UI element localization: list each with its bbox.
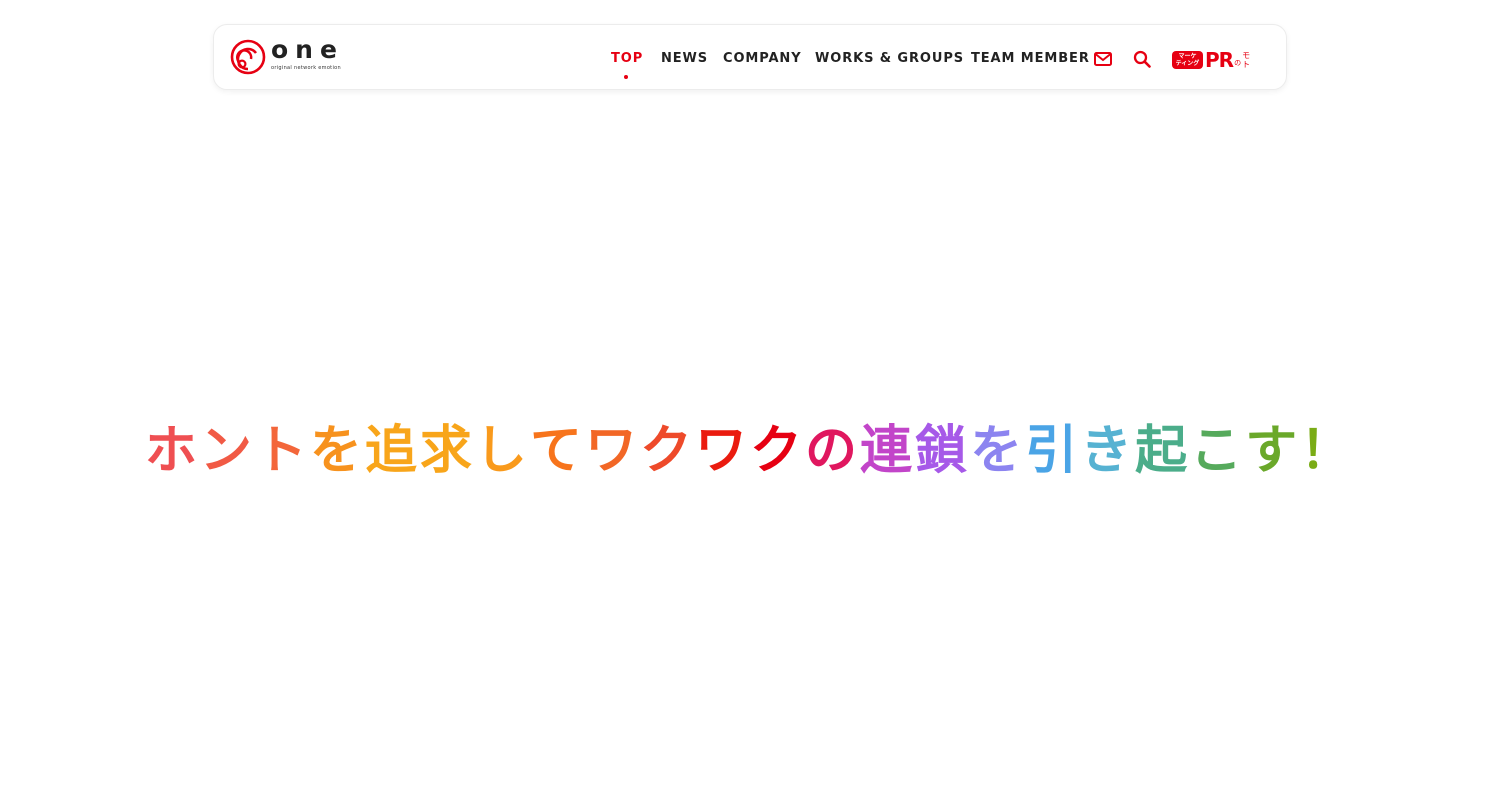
page: one original network emotion TOP NEWS CO… bbox=[0, 0, 1500, 800]
pr-logo-no: の bbox=[1234, 59, 1242, 67]
hero-char: ク bbox=[639, 420, 695, 481]
hero-char: の bbox=[805, 420, 861, 481]
hero-char: を bbox=[970, 420, 1026, 481]
nav-item-news[interactable]: NEWS bbox=[661, 51, 708, 67]
hero-char: 連 bbox=[860, 420, 916, 481]
nav-item-company[interactable]: COMPANY bbox=[723, 51, 802, 67]
pr-logo-moto: モ ト bbox=[1242, 51, 1250, 69]
hero-char: き bbox=[1080, 420, 1136, 481]
pr-badge-line1: マーケ bbox=[1178, 53, 1197, 60]
hero-char: ワ bbox=[584, 420, 640, 481]
marketing-pr-logo[interactable]: マーケ ティング PR の モ ト bbox=[1172, 49, 1250, 71]
hero-char: ク bbox=[750, 420, 806, 481]
hero-char: ン bbox=[199, 420, 255, 481]
hero-tagline: ホントを追求してワクワクの連鎖を引き起こす！ bbox=[145, 408, 1355, 483]
hero-char: ホ bbox=[144, 420, 200, 481]
hero-char: を bbox=[309, 420, 365, 481]
hero-char: ト bbox=[254, 420, 310, 481]
hero-char: 鎖 bbox=[915, 420, 971, 481]
pr-badge-line2: ティング bbox=[1175, 60, 1200, 67]
pr-logo-badge: マーケ ティング bbox=[1172, 51, 1203, 69]
hero-char: ！ bbox=[1300, 420, 1356, 481]
nav-item-top[interactable]: TOP bbox=[611, 51, 643, 67]
mail-icon[interactable] bbox=[1093, 49, 1113, 69]
main-nav: TOP NEWS COMPANY WORKS & GROUPS TEAM MEM… bbox=[214, 25, 1288, 91]
hero-char: 追 bbox=[364, 420, 420, 481]
pr-moto-1: モ bbox=[1242, 51, 1251, 60]
nav-item-works-groups[interactable]: WORKS & GROUPS bbox=[815, 51, 964, 67]
hero-char: 起 bbox=[1135, 420, 1191, 481]
hero-char: ワ bbox=[694, 420, 750, 481]
hero-char: 求 bbox=[419, 420, 475, 481]
hero-char: す bbox=[1245, 420, 1301, 481]
active-indicator-dot bbox=[624, 75, 628, 79]
pr-moto-2: ト bbox=[1242, 60, 1251, 69]
pr-logo-main: PR bbox=[1205, 48, 1234, 72]
nav-item-team-member[interactable]: TEAM MEMBER bbox=[971, 51, 1090, 67]
site-header: one original network emotion TOP NEWS CO… bbox=[213, 24, 1287, 90]
hero-char: て bbox=[529, 420, 585, 481]
hero-char: こ bbox=[1190, 420, 1246, 481]
search-icon[interactable] bbox=[1132, 49, 1152, 69]
hero-section: ホントを追求してワクワクの連鎖を引き起こす！ bbox=[0, 405, 1500, 485]
hero-char: し bbox=[474, 420, 530, 481]
hero-char: 引 bbox=[1025, 420, 1081, 481]
